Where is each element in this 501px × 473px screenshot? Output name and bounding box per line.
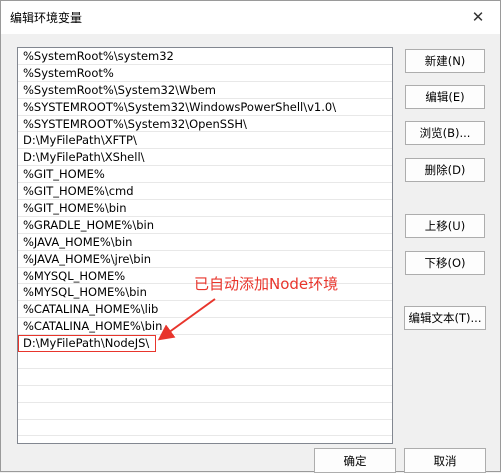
- edit-env-var-dialog: 编辑环境变量 ✕ %SystemRoot%\system32 %SystemRoo…: [0, 0, 501, 473]
- annotation-arrow-icon: [157, 298, 216, 341]
